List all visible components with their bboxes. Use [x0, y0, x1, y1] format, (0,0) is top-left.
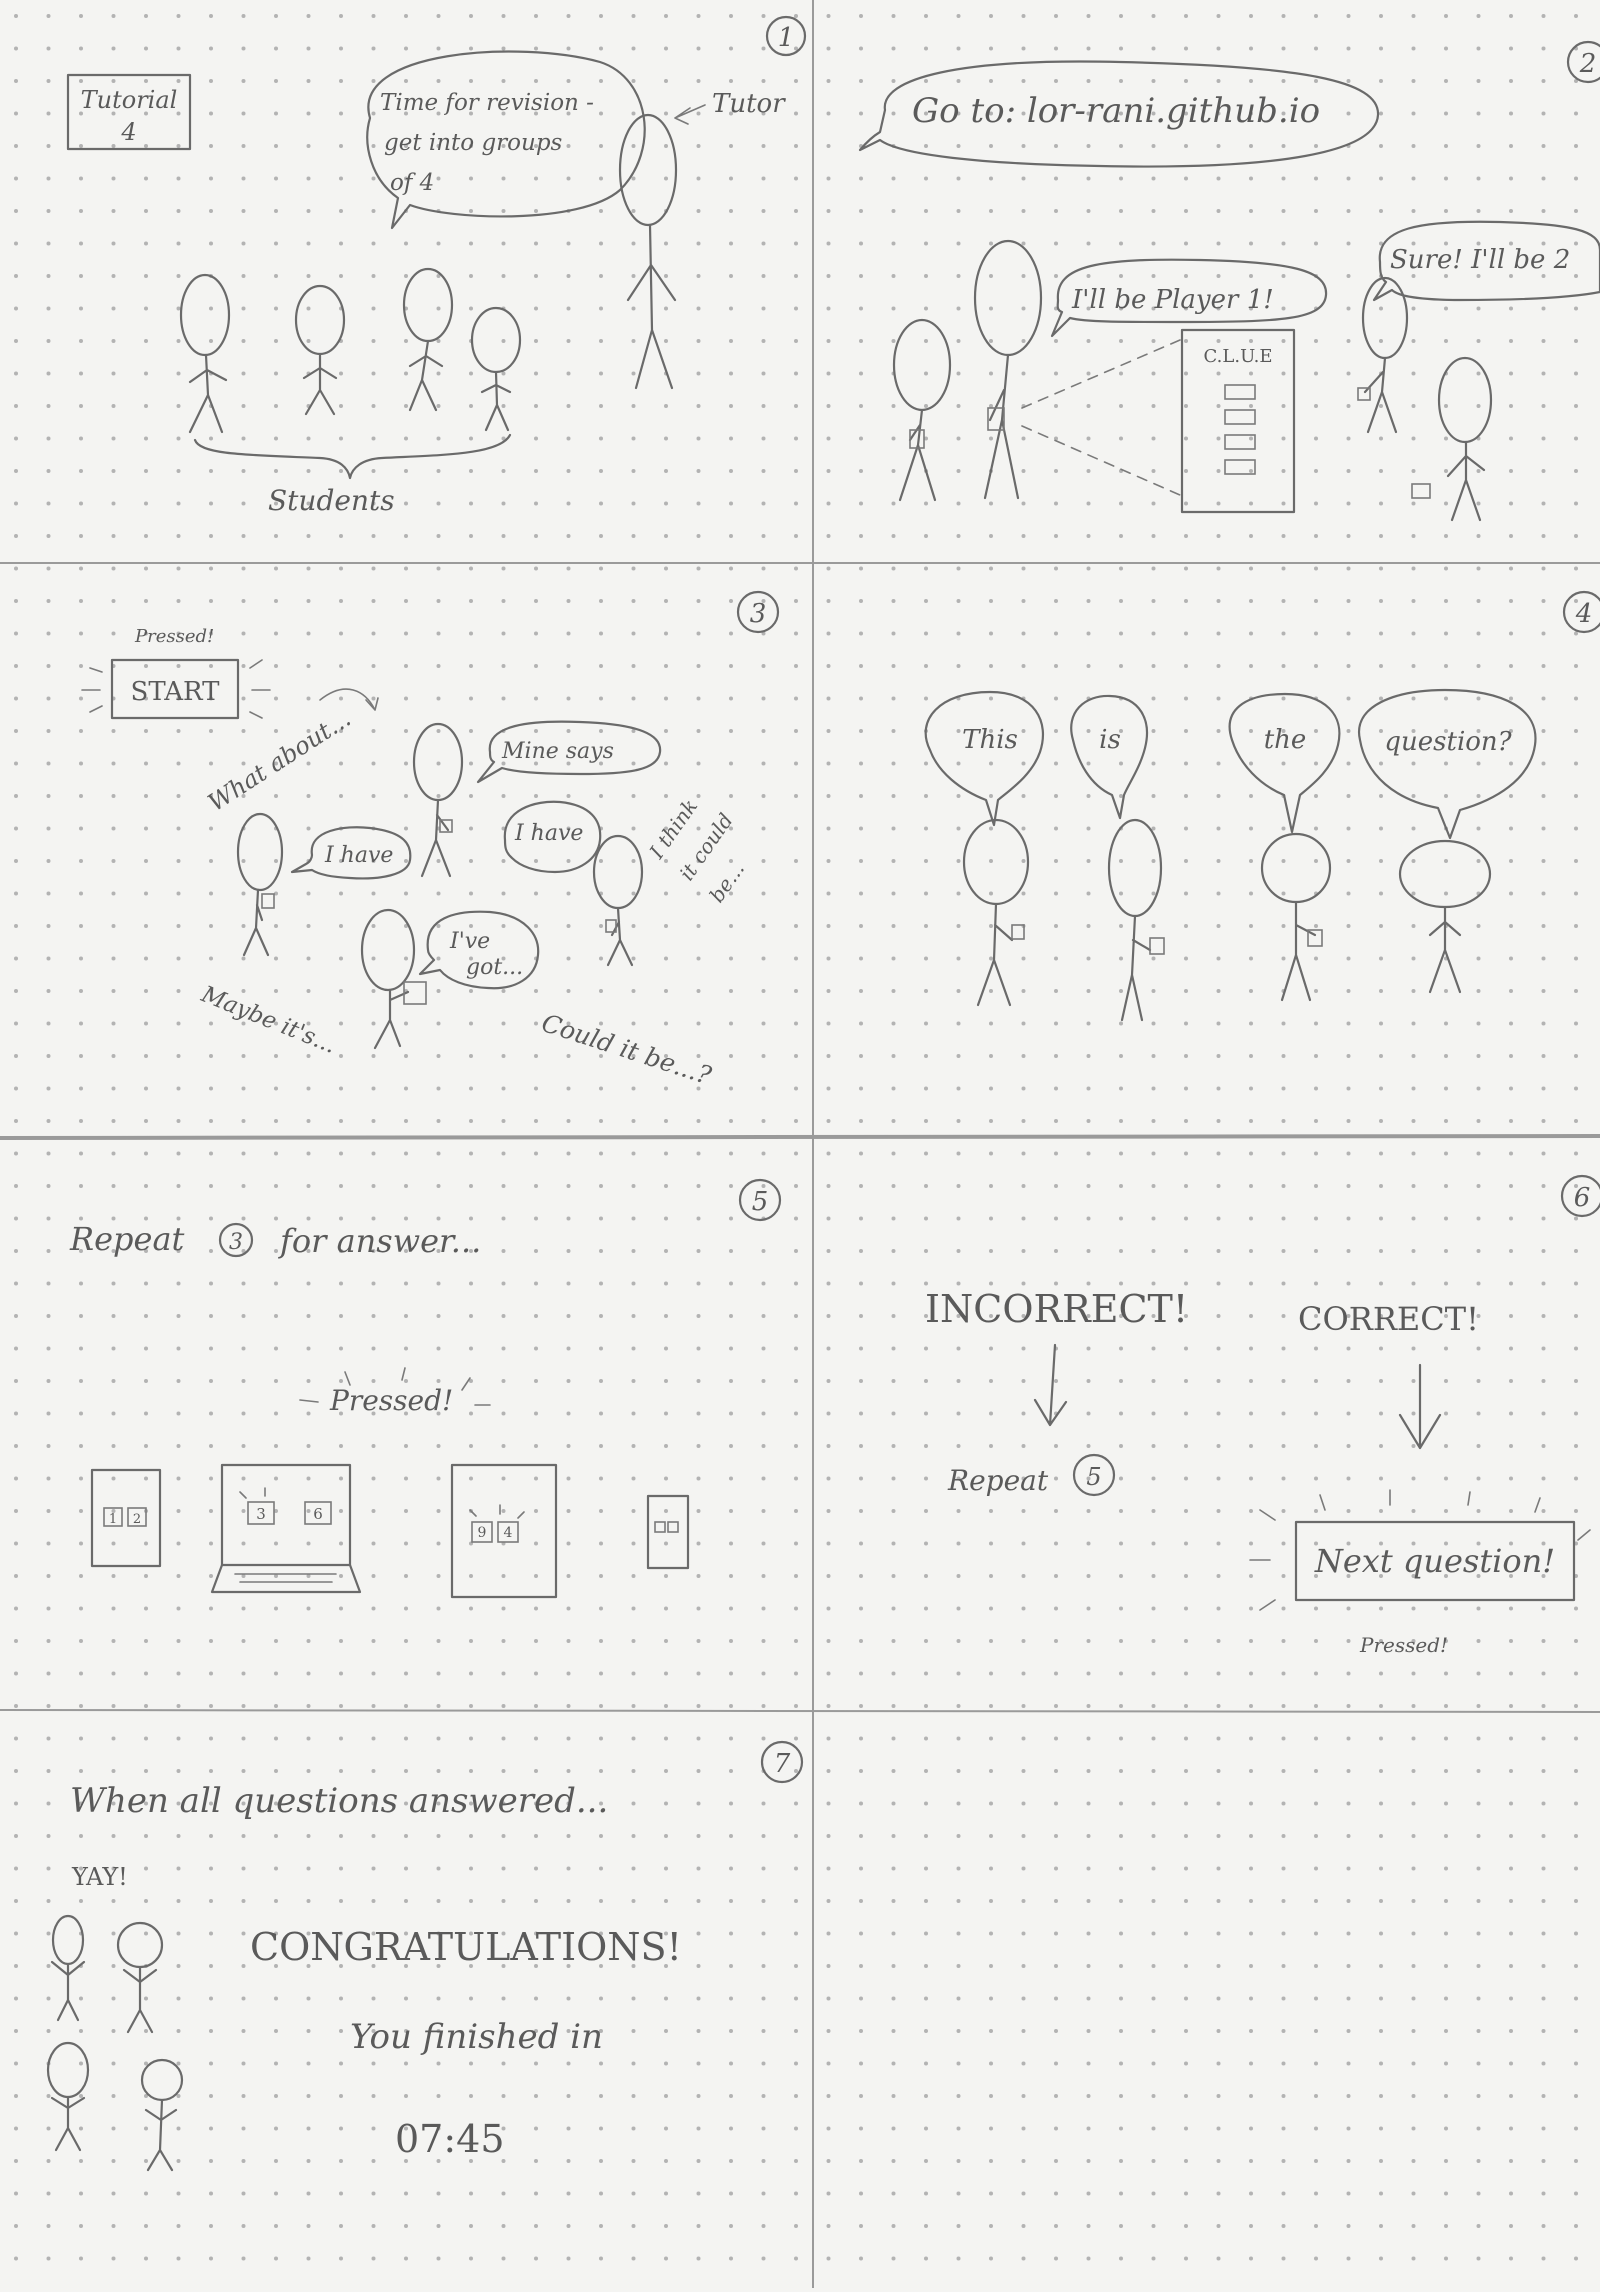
- i-have-text-1: I have: [324, 843, 393, 868]
- tile-number-1: 1: [109, 1512, 117, 1527]
- player1-text: I'll be Player 1!: [1071, 285, 1274, 315]
- tile-number-2: 2: [133, 1512, 141, 1527]
- next-question-label: Next question!: [1314, 1542, 1555, 1580]
- repeat-prefix: Repeat: [69, 1220, 185, 1258]
- tile-number-5: 9: [478, 1525, 487, 1541]
- panel-number-6: 6: [1574, 1183, 1591, 1213]
- tutor-label: Tutor: [712, 89, 786, 119]
- tile-number-4: 6: [313, 1505, 323, 1523]
- finished-in-text: You finished in: [350, 2017, 603, 2057]
- when-answered-text: When all questions answered...: [70, 1781, 608, 1821]
- students-label: Students: [268, 484, 395, 517]
- panel-number-4: 4: [1575, 599, 1593, 629]
- ive-got-text-1: I've: [449, 929, 490, 954]
- url-text: Go to: lor-rani.github.io: [912, 91, 1320, 131]
- tutor-speech-line-2: get into groups: [384, 130, 563, 156]
- tutorial-label: Tutorial: [81, 86, 178, 114]
- panel-number-2: 2: [1579, 49, 1597, 79]
- finish-time: 07:45: [395, 2117, 505, 2161]
- start-label: START: [131, 677, 221, 707]
- player2-text: Sure! I'll be 2: [1390, 245, 1570, 275]
- tile-number-3: 3: [256, 1505, 266, 1523]
- next-pressed-text: Pressed!: [1359, 1633, 1448, 1657]
- storyboard-sketch: 1 Tutorial 4 Time for revision - get int…: [0, 0, 1600, 2288]
- storyboard-page: 1 Tutorial 4 Time for revision - get int…: [0, 0, 1600, 2288]
- start-pressed-text: Pressed!: [134, 626, 214, 647]
- mine-says-text: Mine says: [501, 739, 614, 764]
- correct-text: CORRECT!: [1298, 1300, 1479, 1338]
- tiles-pressed-text: Pressed!: [329, 1384, 453, 1417]
- question-word-1: This: [962, 725, 1018, 755]
- question-word-2: is: [1099, 725, 1121, 755]
- question-word-3: the: [1264, 725, 1307, 755]
- ive-got-text-2: got...: [466, 955, 523, 980]
- clue-screen-label: C.L.U.E: [1204, 346, 1273, 367]
- repeat-ref-6: 5: [1086, 1463, 1101, 1491]
- repeat-suffix: for answer...: [278, 1222, 481, 1260]
- yay-text: YAY!: [71, 1863, 128, 1891]
- repeat-prefix-6: Repeat: [947, 1464, 1049, 1497]
- tutor-speech-line-3: of 4: [390, 170, 434, 196]
- divider-row2: [0, 1134, 1600, 1140]
- panel-number-3: 3: [750, 599, 767, 629]
- repeat-ref: 3: [229, 1230, 243, 1255]
- panel-number-7: 7: [774, 1749, 791, 1779]
- i-have-text-2: I have: [514, 821, 583, 846]
- question-word-4: question?: [1384, 727, 1512, 757]
- tile-number-6: 4: [504, 1525, 513, 1541]
- panel-number: 1: [778, 23, 795, 53]
- dot-grid: [0, 0, 1600, 2288]
- congratulations-text: CONGRATULATIONS!: [250, 1925, 682, 1969]
- tutorial-number: 4: [120, 118, 136, 146]
- panel-number-5: 5: [752, 1187, 769, 1217]
- tutor-speech-line-1: Time for revision -: [380, 90, 594, 116]
- incorrect-text: INCORRECT!: [925, 1287, 1188, 1331]
